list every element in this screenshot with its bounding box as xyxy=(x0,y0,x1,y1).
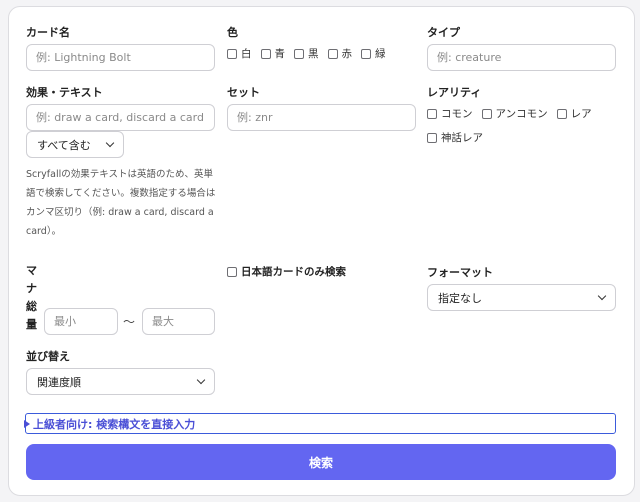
match-mode-select[interactable]: すべて含む xyxy=(26,131,124,158)
card-name-label: カード名 xyxy=(26,26,70,39)
japanese-only-label: 日本語カードのみ検索 xyxy=(241,266,346,278)
checkbox-box[interactable] xyxy=(327,48,338,59)
color-checkbox-group: 白 青 黒 赤 緑 xyxy=(227,46,395,61)
mana-label-char: 総 xyxy=(26,300,37,313)
match-mode-value: すべて含む xyxy=(37,138,91,152)
chevron-down-icon xyxy=(196,375,206,385)
sort-label: 並び替え xyxy=(26,350,70,363)
search-form-panel: カード名 色 白 青 黒 赤 緑 タイプ 効果・テキスト すべて含む Scryf… xyxy=(8,6,635,496)
card-name-input[interactable] xyxy=(26,44,215,71)
color-option-label: 青 xyxy=(274,48,286,60)
search-button[interactable]: 検索 xyxy=(26,444,616,480)
advanced-syntax-toggle[interactable]: 上級者向け: 検索構文を直接入力 xyxy=(24,413,616,434)
chevron-down-icon xyxy=(597,291,607,301)
sort-value: 関連度順 xyxy=(37,375,81,389)
rarity-checkbox-uncommon[interactable]: アンコモン xyxy=(481,106,548,121)
mana-label-char: マ xyxy=(26,264,37,277)
color-checkbox-red[interactable]: 赤 xyxy=(327,46,353,61)
rarity-checkbox-group: コモン アンコモン レア xyxy=(427,106,601,121)
color-option-label: 黒 xyxy=(308,48,319,60)
rarity-checkbox-rare[interactable]: レア xyxy=(556,106,592,121)
rarity-checkbox-common[interactable]: コモン xyxy=(427,106,473,121)
checkbox-box[interactable] xyxy=(260,48,271,59)
color-checkbox-blue[interactable]: 青 xyxy=(260,46,286,61)
rarity-checkbox-group-row2: 神話レア xyxy=(427,130,492,145)
checkbox-box[interactable] xyxy=(294,48,304,59)
japanese-only-row: 日本語カードのみ検索 xyxy=(227,264,355,279)
color-checkbox-white[interactable]: 白 xyxy=(227,46,252,61)
checkbox-box[interactable] xyxy=(427,132,437,143)
checkbox-box[interactable] xyxy=(227,266,237,277)
rarity-option-label: レア xyxy=(570,108,592,120)
rarity-option-label: アンコモン xyxy=(495,108,548,120)
checkbox-box[interactable] xyxy=(481,108,492,119)
color-option-label: 白 xyxy=(241,48,252,60)
color-option-label: 赤 xyxy=(341,48,353,60)
rarity-option-label: コモン xyxy=(441,108,473,120)
color-label: 色 xyxy=(227,26,238,39)
checkbox-box[interactable] xyxy=(361,48,371,59)
format-label: フォーマット xyxy=(427,266,493,279)
disclosure-triangle-icon xyxy=(24,419,30,428)
effect-help-text: Scryfallの効果テキストは英語のため、英単語で検索してください。複数指定す… xyxy=(26,169,216,237)
mana-value-label: マ ナ 総 量 xyxy=(26,262,37,334)
color-checkbox-black[interactable]: 黒 xyxy=(294,46,319,61)
japanese-only-checkbox[interactable]: 日本語カードのみ検索 xyxy=(227,264,346,279)
mana-range-separator: 〜 xyxy=(123,315,136,329)
advanced-syntax-label: 上級者向け: 検索構文を直接入力 xyxy=(33,417,196,431)
mana-label-char: 量 xyxy=(26,318,37,331)
checkbox-box[interactable] xyxy=(227,48,237,59)
type-input[interactable] xyxy=(427,44,616,71)
type-label: タイプ xyxy=(427,26,460,39)
rarity-checkbox-mythic[interactable]: 神話レア xyxy=(427,130,483,145)
checkbox-box[interactable] xyxy=(556,108,567,119)
color-option-label: 緑 xyxy=(375,48,386,60)
rarity-option-label: 神話レア xyxy=(441,132,483,144)
checkbox-box[interactable] xyxy=(427,108,437,119)
effect-text-input[interactable] xyxy=(26,104,215,131)
chevron-down-icon xyxy=(105,138,115,148)
effect-label: 効果・テキスト xyxy=(26,86,103,99)
set-input[interactable] xyxy=(227,104,416,131)
format-select[interactable]: 指定なし xyxy=(427,284,616,311)
sort-select[interactable]: 関連度順 xyxy=(26,368,215,395)
set-label: セット xyxy=(227,86,260,99)
mana-label-char: ナ xyxy=(26,282,37,295)
rarity-label: レアリティ xyxy=(427,86,482,99)
color-checkbox-green[interactable]: 緑 xyxy=(361,46,386,61)
mana-max-input[interactable] xyxy=(142,308,215,335)
format-value: 指定なし xyxy=(438,291,482,305)
mana-min-input[interactable] xyxy=(44,308,118,335)
